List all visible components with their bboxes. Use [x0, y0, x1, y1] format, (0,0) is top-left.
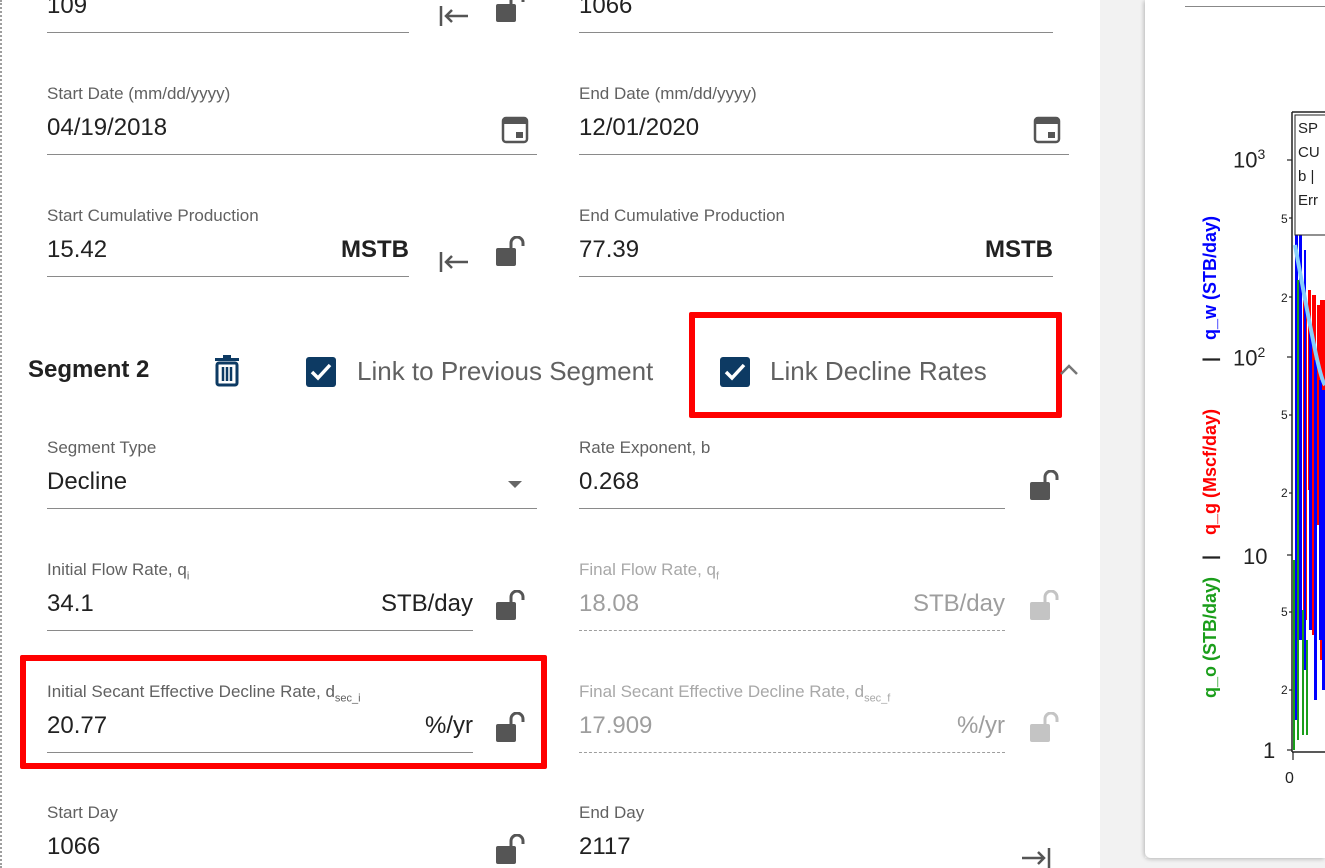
- chevron-up-icon[interactable]: [1058, 362, 1080, 378]
- production-chart-panel: q_o (STB/day) | q_g (Mscf/day) | q_w (ST…: [1145, 0, 1325, 858]
- final-decline-field: Final Secant Effective Decline Rate, dse…: [579, 682, 1005, 756]
- start-day-field[interactable]: Start Day 1066: [47, 803, 537, 868]
- start-date-field[interactable]: Start Date (mm/dd/yyyy) 04/19/2018: [47, 84, 537, 158]
- panel-gutter: [1100, 0, 1145, 868]
- calendar-icon[interactable]: [1032, 114, 1062, 144]
- final-flow-value: 18.08: [579, 590, 640, 617]
- start-cum-unit: MSTB: [341, 236, 409, 263]
- segment-type-label: Segment Type: [47, 438, 157, 457]
- field-underline: [579, 752, 1005, 753]
- unlock-icon[interactable]: [494, 0, 528, 24]
- rate-exponent-value: 0.268: [579, 468, 640, 495]
- final-flow-unit: STB/day: [912, 590, 1005, 617]
- final-decline-value: 17.909: [579, 712, 653, 739]
- segment-title: Segment 2: [28, 356, 150, 383]
- end-date-value: 12/01/2020: [579, 114, 700, 141]
- initial-flow-field[interactable]: Initial Flow Rate, qi 34.1 STB/day: [47, 560, 473, 634]
- end-date-field[interactable]: End Date (mm/dd/yyyy) 12/01/2020: [579, 84, 1069, 158]
- unlock-icon[interactable]: [494, 236, 528, 268]
- unlock-icon[interactable]: [1028, 470, 1062, 502]
- field-underline: [47, 32, 409, 33]
- end-cum-unit: MSTB: [985, 236, 1053, 263]
- align-right-icon[interactable]: [1020, 844, 1052, 868]
- final-flow-label: Final Flow Rate, qf: [579, 560, 720, 583]
- legend-line: CU: [1298, 144, 1320, 161]
- initial-decline-highlight: [20, 655, 547, 769]
- align-left-icon[interactable]: [438, 2, 470, 28]
- field-underline: [579, 276, 1053, 277]
- end-cum-label: End Cumulative Production: [579, 206, 786, 225]
- final-decline-label: Final Secant Effective Decline Rate, dse…: [579, 682, 891, 705]
- field-underline: [579, 32, 1053, 33]
- segment1-start-day-value: 109: [47, 0, 88, 19]
- link-previous-label[interactable]: Link to Previous Segment: [357, 356, 653, 387]
- start-date-label: Start Date (mm/dd/yyyy): [47, 84, 231, 103]
- start-day-label: Start Day: [47, 803, 118, 822]
- unlock-icon: [1028, 590, 1062, 622]
- unlock-icon[interactable]: [494, 834, 528, 866]
- segment1-start-day-field[interactable]: 109: [47, 0, 409, 36]
- segment1-end-day-value: 1066: [579, 0, 633, 19]
- end-day-field[interactable]: End Day 2117: [579, 803, 1005, 868]
- rate-exponent-label: Rate Exponent, b: [579, 438, 711, 457]
- legend-line: b |: [1298, 168, 1315, 185]
- panel-gutter-bottom: [1100, 858, 1325, 868]
- segment-editor-panel: 109 1066 Start Date (mm/dd/yyyy) 04/19/2…: [0, 0, 1100, 868]
- end-cum-field[interactable]: End Cumulative Production 77.39 MSTB: [579, 206, 1053, 280]
- link-decline-highlight: [689, 312, 1062, 418]
- start-cum-label: Start Cumulative Production: [47, 206, 259, 225]
- segment-type-value: Decline: [47, 468, 128, 495]
- legend-line: SP: [1298, 120, 1319, 137]
- trash-icon[interactable]: [213, 355, 241, 387]
- legend-line: Err: [1298, 192, 1318, 209]
- calendar-icon[interactable]: [500, 114, 530, 144]
- field-underline: [47, 508, 537, 509]
- segment-type-select[interactable]: Segment Type Decline: [47, 438, 537, 512]
- rate-exponent-field[interactable]: Rate Exponent, b 0.268: [579, 438, 1005, 512]
- field-underline: [579, 630, 1005, 631]
- field-underline: [47, 276, 409, 277]
- initial-flow-value: 34.1: [47, 590, 94, 617]
- final-flow-field: Final Flow Rate, qf 18.08 STB/day: [579, 560, 1005, 634]
- segment1-end-day-field[interactable]: 1066: [579, 0, 1053, 36]
- end-day-value: 2117: [579, 833, 631, 860]
- unlock-icon[interactable]: [494, 590, 528, 622]
- start-cum-value: 15.42: [47, 236, 108, 263]
- field-underline: [579, 154, 1069, 155]
- align-left-icon[interactable]: [438, 248, 470, 274]
- field-underline: [47, 630, 473, 631]
- unlock-icon: [1028, 712, 1062, 744]
- final-decline-unit: %/yr: [957, 712, 1005, 739]
- start-date-value: 04/19/2018: [47, 114, 168, 141]
- link-previous-checkbox[interactable]: [306, 357, 336, 387]
- start-cum-field[interactable]: Start Cumulative Production 15.42 MSTB: [47, 206, 409, 280]
- start-day-value: 1066: [47, 833, 101, 860]
- end-cum-value: 77.39: [579, 236, 640, 263]
- dropdown-arrow-icon: [505, 478, 525, 490]
- field-underline: [579, 508, 1005, 509]
- water-series: [1295, 160, 1325, 720]
- initial-flow-unit: STB/day: [380, 590, 473, 617]
- end-day-label: End Day: [579, 803, 645, 822]
- field-underline: [47, 154, 537, 155]
- initial-flow-label: Initial Flow Rate, qi: [47, 560, 190, 583]
- end-date-label: End Date (mm/dd/yyyy): [579, 84, 757, 103]
